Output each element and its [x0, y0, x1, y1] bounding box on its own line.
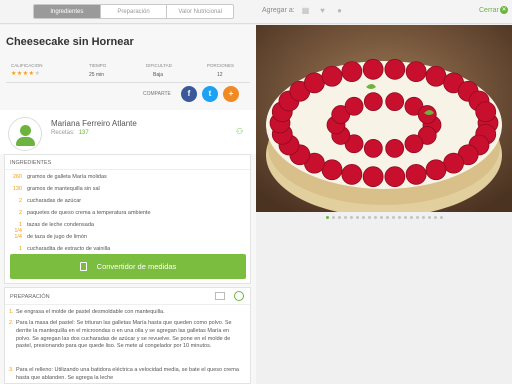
gallery-dot[interactable]	[385, 215, 389, 219]
step-number: 1.	[9, 309, 14, 315]
preparation-step: 3. Para el relleno: Utilizando una batido…	[9, 367, 242, 383]
gallery-dot[interactable]	[367, 215, 371, 219]
gallery-dot[interactable]	[325, 215, 329, 219]
recipe-title: Cheesecake sin Hornear	[6, 36, 134, 48]
gallery-dot[interactable]	[403, 215, 407, 219]
stat-dificultad-value: Baja	[153, 72, 164, 78]
ingredient-qty: 1 1/4	[14, 222, 22, 234]
step-text: Se engrasa el molde de pastel desmoldabl…	[16, 309, 165, 315]
stat-calificacion-label: CALIFICACION	[11, 63, 43, 68]
calendar-icon[interactable]: ▦	[301, 6, 310, 15]
ingredient-text: cucharadita de extracto de vainilla	[27, 246, 111, 252]
gallery-dot[interactable]	[355, 215, 359, 219]
convert-label: Convertidor de medidas	[96, 262, 177, 271]
ingredient-text: gramos de galleta María molidas	[27, 174, 107, 180]
ingredient-qty: 1/4	[14, 234, 22, 240]
ingredient-text: gramos de mantequilla sin sal	[27, 186, 100, 192]
follow-user-icon[interactable]: ⚇	[236, 127, 246, 137]
calculator-icon	[79, 262, 87, 271]
step-number: 3.	[9, 367, 14, 373]
recipe-tabs: Ingredientes Preparación Valor Nutricion…	[33, 4, 234, 19]
recipe-photo[interactable]	[256, 25, 512, 212]
ingredient-item: 260 gramos de galleta María molidas	[10, 174, 107, 180]
gallery-dot[interactable]	[409, 215, 413, 219]
agregar-label: Agregar a:	[262, 7, 295, 14]
timer-icon[interactable]	[234, 291, 244, 301]
gallery-dot[interactable]	[391, 215, 395, 219]
ingredient-text: paquetes de queso crema a temperatura am…	[27, 210, 151, 216]
ingredient-qty: 2	[18, 210, 22, 216]
cheesecake-image	[256, 25, 512, 212]
ingredient-item: 1 1/4 tazas de leche condensada	[10, 222, 94, 234]
close-icon[interactable]: ✕	[500, 6, 508, 14]
stat-porciones-value: 12	[217, 72, 223, 78]
ingredients-title: INGREDIENTES	[10, 160, 52, 166]
stat-tiempo-value: 25 min	[89, 72, 105, 78]
divider	[6, 82, 250, 83]
gallery-dot[interactable]	[397, 215, 401, 219]
stat-dificultad-label: DIFICULTAD	[146, 63, 172, 68]
gallery-dot[interactable]	[373, 215, 377, 219]
author-name[interactable]: Mariana Ferreiro Atlante	[51, 119, 137, 128]
gallery-dot[interactable]	[421, 215, 425, 219]
ingredient-text: cucharadas de azúcar	[27, 198, 82, 204]
stat-porciones-label: PORCIONES	[207, 63, 235, 68]
gallery-dot[interactable]	[343, 215, 347, 219]
ingredient-item: 2 paquetes de queso crema a temperatura a…	[10, 210, 151, 216]
measure-converter-button[interactable]: Convertidor de medidas	[10, 254, 246, 279]
view-toggle-icon[interactable]	[215, 292, 225, 300]
ingredient-item: 130 gramos de mantequilla sin sal	[10, 186, 100, 192]
recipes-count: 137	[78, 130, 89, 136]
gallery-pagination	[256, 212, 512, 222]
facebook-icon[interactable]: f	[181, 86, 197, 102]
ingredient-text: tazas de leche condensada	[27, 222, 94, 228]
star-icon: ★	[34, 71, 41, 77]
comparte-label: COMPARTE	[143, 91, 171, 97]
ingredient-text: de taza de jugo de limón	[27, 234, 87, 240]
tab-ingredientes[interactable]: Ingredientes	[34, 5, 100, 18]
author-recipes: Recetas: 137	[51, 130, 89, 136]
ingredient-qty: 2	[18, 198, 22, 204]
twitter-icon[interactable]: t	[202, 86, 218, 102]
ingredient-qty: 1	[18, 246, 22, 252]
avatar[interactable]	[8, 117, 42, 151]
gallery-dot[interactable]	[337, 215, 341, 219]
heart-icon[interactable]: ♥	[318, 6, 327, 15]
gallery-dot[interactable]	[427, 215, 431, 219]
preparation-step: 2. Para la masa del pastel: Se trituran l…	[9, 320, 242, 351]
divider	[5, 304, 250, 305]
ingredient-item: 1/4 de taza de jugo de limón	[10, 234, 87, 240]
close-button[interactable]: Cerrar	[479, 7, 499, 14]
preparation-title: PREPARACIÓN	[10, 294, 50, 300]
step-text: Para la masa del pastel: Se trituran las…	[16, 320, 232, 350]
gallery-dot[interactable]	[361, 215, 365, 219]
tab-preparacion[interactable]: Preparación	[99, 5, 167, 18]
step-number: 2.	[9, 320, 14, 326]
gallery-dot[interactable]	[433, 215, 437, 219]
gallery-dot[interactable]	[415, 215, 419, 219]
gallery-dot[interactable]	[349, 215, 353, 219]
ingredient-qty: 260	[12, 174, 22, 180]
ingredient-item: 1 cucharadita de extracto de vainilla	[10, 246, 110, 252]
ingredient-item: 2 cucharadas de azúcar	[10, 198, 81, 204]
gallery-dot[interactable]	[331, 215, 335, 219]
step-text: Para el relleno: Utilizando una batidora…	[16, 367, 239, 381]
gallery-dot[interactable]	[439, 215, 443, 219]
rating-stars: ★★★★★	[11, 70, 40, 77]
stat-tiempo-label: TIEMPO	[89, 63, 107, 68]
preparation-step: 1. Se engrasa el molde de pastel desmolda…	[9, 309, 242, 317]
clock-icon[interactable]: ●	[335, 6, 344, 15]
share-icon[interactable]: +	[223, 86, 239, 102]
gallery-dot[interactable]	[379, 215, 383, 219]
recipes-label: Recetas:	[51, 130, 75, 136]
ingredient-qty: 130	[12, 186, 22, 192]
tab-valor-nutricional[interactable]: Valor Nutricional	[166, 5, 233, 18]
divider	[5, 169, 250, 170]
